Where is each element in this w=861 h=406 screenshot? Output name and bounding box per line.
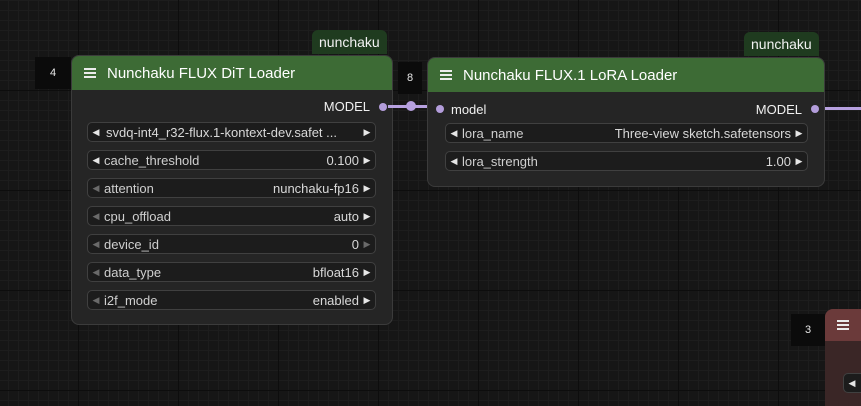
widget-value: bfloat16 [312,264,359,280]
node-8-input-label: model [451,102,487,117]
widget-name: cache_threshold [104,152,200,168]
node-8-id: 8 [398,62,422,94]
arrow-left-icon[interactable]: ◀ [88,155,104,166]
widget-name: i2f_mode [104,292,158,308]
node-8-badge: nunchaku [744,32,819,56]
widget-name: cpu_offload [104,208,171,224]
widget-data-type[interactable]: ◀ data_type bfloat16 ▶ [87,262,376,282]
arrow-right-icon[interactable]: ▶ [359,239,375,250]
arrow-right-icon[interactable]: ▶ [791,156,807,167]
node-8-header[interactable]: Nunchaku FLUX.1 LoRA Loader [428,58,824,92]
arrow-right-icon[interactable]: ▶ [359,155,375,166]
widget-device-id[interactable]: ◀ device_id 0 ▶ [87,234,376,254]
arrow-left-icon[interactable]: ◀ [88,267,104,278]
node-4-output-label: MODEL [323,99,370,114]
hamburger-menu-icon[interactable] [84,68,96,78]
node-4-badge: nunchaku [312,30,387,54]
arrow-left-icon[interactable]: ◀ [844,374,860,392]
arrow-left-icon[interactable]: ◀ [88,127,104,138]
arrow-left-icon[interactable]: ◀ [88,295,104,306]
node-lora-loader[interactable]: Nunchaku FLUX.1 LoRA Loader model MODEL … [427,57,825,187]
widget-value: 1.00 [765,153,791,169]
arrow-right-icon[interactable]: ▶ [359,267,375,278]
widget-value: svdq-int4_r32-flux.1-kontext-dev.safet .… [106,124,337,140]
node-dit-loader[interactable]: Nunchaku FLUX DiT Loader MODEL ◀ svdq-in… [71,55,393,325]
widget-value: 0 [351,236,359,252]
arrow-right-icon[interactable]: ▶ [359,183,375,194]
widget-value: enabled [312,292,359,308]
widget-name: data_type [104,264,162,280]
widget-value: auto [333,208,359,224]
widget-name: device_id [104,236,159,252]
widget-attention[interactable]: ◀ attention nunchaku-fp16 ▶ [87,178,376,198]
node-4-header[interactable]: Nunchaku FLUX DiT Loader [72,56,392,90]
widget-i2f-mode[interactable]: ◀ i2f_mode enabled ▶ [87,290,376,310]
widget-cache-threshold[interactable]: ◀ cache_threshold 0.100 ▶ [87,150,376,170]
arrow-right-icon[interactable]: ▶ [359,127,375,138]
node-3-partial[interactable]: ◀ [825,309,861,406]
arrow-left-icon[interactable]: ◀ [88,239,104,250]
arrow-right-icon[interactable]: ▶ [791,128,807,139]
widget-name: attention [104,180,154,196]
node-8-output-label: MODEL [755,102,802,117]
hamburger-menu-icon[interactable] [440,70,452,80]
widget-value: 0.100 [326,152,359,168]
node-3-id: 3 [791,314,825,346]
hamburger-menu-icon[interactable] [837,320,849,330]
node-8-input-slot[interactable] [436,105,444,113]
arrow-left-icon[interactable]: ◀ [88,211,104,222]
arrow-left-icon[interactable]: ◀ [446,128,462,139]
link-reroute-dot[interactable] [406,101,416,111]
node-4-title: Nunchaku FLUX DiT Loader [107,64,296,82]
widget-lora-name[interactable]: ◀ lora_name Three-view sketch.safetensor… [445,123,808,143]
arrow-left-icon[interactable]: ◀ [446,156,462,167]
node-3-header[interactable] [825,309,861,341]
arrow-right-icon[interactable]: ▶ [359,211,375,222]
node-8-output-slot[interactable] [811,105,819,113]
widget-value: nunchaku-fp16 [272,180,359,196]
arrow-left-icon[interactable]: ◀ [88,183,104,194]
widget-cpu-offload[interactable]: ◀ cpu_offload auto ▶ [87,206,376,226]
node-4-output-slot[interactable] [379,103,387,111]
node-8-title: Nunchaku FLUX.1 LoRA Loader [463,66,678,84]
widget-value: Three-view sketch.safetensors [614,125,791,141]
widget-model-name[interactable]: ◀ svdq-int4_r32-flux.1-kontext-dev.safet… [87,122,376,142]
widget-name: lora_strength [462,153,538,169]
node-3-widget[interactable]: ◀ [843,373,861,393]
node-4-id: 4 [35,57,71,89]
arrow-right-icon[interactable]: ▶ [359,295,375,306]
widget-name: lora_name [462,125,524,141]
widget-lora-strength[interactable]: ◀ lora_strength 1.00 ▶ [445,151,808,171]
